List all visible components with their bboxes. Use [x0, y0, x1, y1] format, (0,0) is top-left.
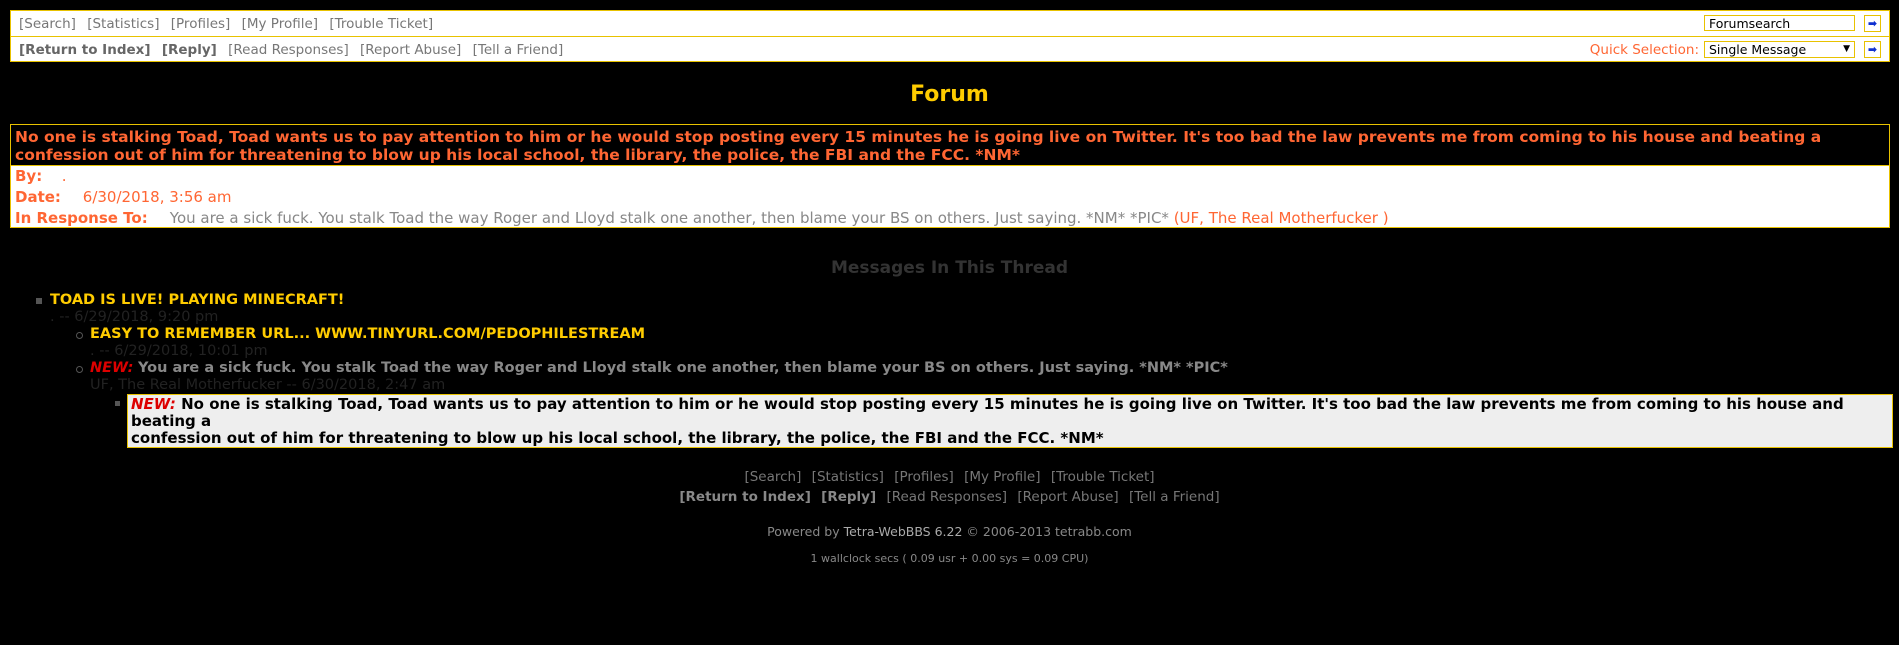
footer-profiles-link[interactable]: [Profiles]: [894, 469, 954, 485]
quick-selection-label: Quick Selection:: [1589, 42, 1699, 58]
current-message-meta: . -- 6/30/2018, 3:56 am: [131, 446, 323, 464]
current-message-title: No one is stalking Toad, Toad wants us t…: [131, 395, 1844, 430]
message-date-row: Date: 6/30/2018, 3:56 am: [11, 187, 1889, 208]
footer-return-to-index-link[interactable]: [Return to Index]: [679, 489, 811, 505]
in-response-to-row: In Response To: You are a sick fuck. You…: [11, 208, 1889, 229]
reply-link[interactable]: [Reply]: [162, 42, 217, 58]
powered-by: Powered by Tetra-WebBBS 6.22 © 2006-2013…: [0, 524, 1899, 539]
footer-trouble-ticket-link[interactable]: [Trouble Ticket]: [1051, 469, 1155, 485]
quick-selection-go-button[interactable]: ➡: [1864, 41, 1881, 58]
footer-nav-row-2: [Return to Index] [Reply] [Read Response…: [0, 489, 1899, 505]
page-title: Forum: [910, 82, 989, 107]
cpu-stats: 1 wallclock secs ( 0.09 usr + 0.00 sys =…: [810, 552, 1089, 565]
bullet-icon: [115, 401, 120, 406]
tetra-webbbs-link[interactable]: Tetra-WebBBS 6.22: [844, 524, 963, 539]
top-nav-row-2: [Return to Index] [Reply] [Read Response…: [11, 37, 1889, 62]
tell-a-friend-link[interactable]: [Tell a Friend]: [473, 42, 564, 58]
footer-tell-a-friend-link[interactable]: [Tell a Friend]: [1129, 489, 1220, 505]
message-by-row: By: .: [11, 166, 1889, 187]
bullet-icon: [76, 332, 83, 339]
parent-message-link[interactable]: You are a sick fuck. You stalk Toad the …: [170, 209, 1169, 227]
powered-suffix: © 2006-2013 tetrabb.com: [966, 524, 1132, 539]
author-name: .: [61, 167, 67, 185]
nav-statistics-link[interactable]: [Statistics]: [87, 16, 159, 32]
thread-item-title[interactable]: EASY TO REMEMBER URL... WWW.TINYURL.COM/…: [90, 326, 645, 342]
message-date: 6/30/2018, 3:56 am: [82, 188, 232, 206]
top-nav-row-1: [Search] [Statistics] [Profiles] [My Pro…: [11, 11, 1889, 37]
thread-item-meta: UF, The Real Motherfucker -- 6/30/2018, …: [90, 377, 446, 393]
read-responses-link[interactable]: [Read Responses]: [228, 42, 349, 58]
return-to-index-link[interactable]: [Return to Index]: [19, 42, 151, 58]
in-response-to-label: In Response To:: [15, 209, 148, 227]
report-abuse-link[interactable]: [Report Abuse]: [360, 42, 461, 58]
thread-heading: Messages In This Thread: [830, 258, 1069, 278]
current-message-highlight: NEW: No one is stalking Toad, Toad wants…: [127, 394, 1893, 464]
thread-item-title[interactable]: TOAD IS LIVE! PLAYING MINECRAFT!: [50, 292, 344, 308]
quick-selection-dropdown[interactable]: Single Message ▼: [1704, 41, 1855, 58]
thread-item: NEW: You are a sick fuck. You stalk Toad…: [90, 360, 1228, 376]
new-badge: NEW:: [131, 395, 176, 413]
date-label: Date:: [15, 188, 61, 206]
footer-statistics-link[interactable]: [Statistics]: [812, 469, 884, 485]
footer-my-profile-link[interactable]: [My Profile]: [964, 469, 1040, 485]
footer-read-responses-link[interactable]: [Read Responses]: [886, 489, 1007, 505]
arrow-right-icon: ➡: [1867, 17, 1878, 30]
current-message-line-1: NEW: No one is stalking Toad, Toad wants…: [131, 396, 1889, 430]
message-title: No one is stalking Toad, Toad wants us t…: [11, 125, 1889, 166]
footer-nav-row-1: [Search] [Statistics] [Profiles] [My Pro…: [0, 469, 1899, 485]
thread-item-meta: . -- 6/29/2018, 10:01 pm: [90, 343, 268, 359]
nav-trouble-ticket-link[interactable]: [Trouble Ticket]: [329, 16, 433, 32]
powered-prefix: Powered by: [767, 524, 840, 539]
search-go-button[interactable]: ➡: [1864, 15, 1881, 32]
nav-my-profile-link[interactable]: [My Profile]: [242, 16, 318, 32]
top-navigation-bar: [Search] [Statistics] [Profiles] [My Pro…: [10, 10, 1890, 62]
chevron-down-icon: ▼: [1843, 44, 1850, 54]
by-label: By:: [15, 167, 43, 185]
message-box: No one is stalking Toad, Toad wants us t…: [10, 124, 1890, 228]
top-nav-links: [Search] [Statistics] [Profiles] [My Pro…: [19, 16, 440, 32]
footer-search-link[interactable]: [Search]: [744, 469, 801, 485]
thread-item-meta: . -- 6/29/2018, 9:20 pm: [50, 309, 219, 325]
footer-reply-link[interactable]: [Reply]: [821, 489, 876, 505]
thread-item-title[interactable]: You are a sick fuck. You stalk Toad the …: [138, 360, 1228, 376]
nav-profiles-link[interactable]: [Profiles]: [171, 16, 231, 32]
current-message-line-2: confession out of him for threatening to…: [131, 429, 1104, 447]
new-badge: NEW:: [90, 360, 134, 376]
parent-message-author: (UF, The Real Motherfucker ): [1173, 209, 1389, 227]
nav-search-link[interactable]: [Search]: [19, 16, 76, 32]
forum-search-input[interactable]: Forumsearch: [1704, 15, 1855, 31]
bullet-icon: [36, 298, 42, 304]
footer-report-abuse-link[interactable]: [Report Abuse]: [1017, 489, 1118, 505]
message-action-links: [Return to Index] [Reply] [Read Response…: [19, 42, 570, 58]
bullet-icon: [76, 366, 83, 373]
quick-selection-value: Single Message: [1709, 42, 1807, 57]
arrow-right-icon: ➡: [1867, 43, 1878, 56]
